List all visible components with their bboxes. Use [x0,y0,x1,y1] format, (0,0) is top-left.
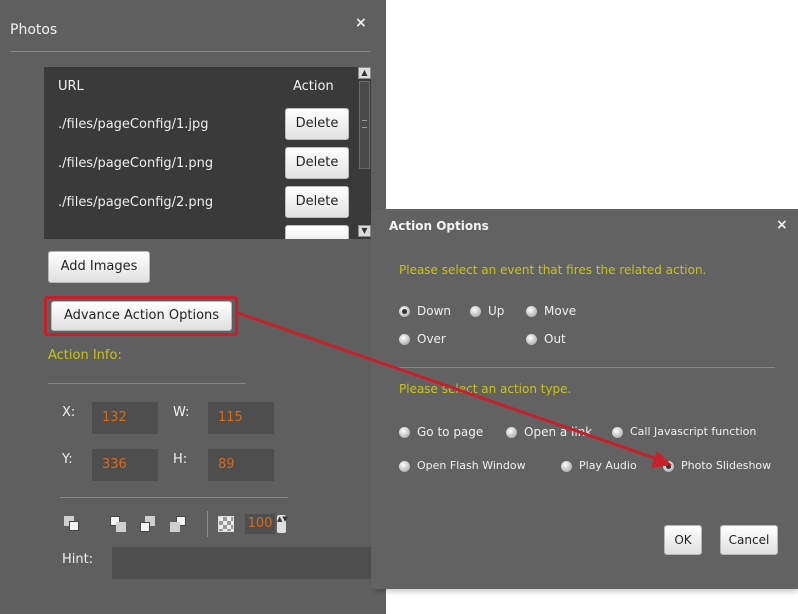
radio-icon[interactable] [612,427,623,438]
w-field[interactable]: 115 [208,402,274,434]
bring-to-front-icon[interactable] [64,516,80,532]
radio-icon[interactable] [561,461,572,472]
h-field[interactable]: 89 [208,449,274,481]
radio-icon[interactable] [526,306,537,317]
radio-icon[interactable] [399,427,410,438]
photo-url-cell-clipped [58,234,62,239]
table-row-partial [44,223,358,239]
delete-button-clipped[interactable] [285,225,349,239]
tools-divider [60,497,288,498]
opacity-stepper-icon[interactable]: ▲▼ [277,515,288,533]
send-backward-icon[interactable] [140,516,156,532]
hint-label: Hint: [62,552,94,567]
delete-button[interactable]: Delete [285,108,349,140]
cancel-button[interactable]: Cancel [720,525,778,555]
table-row: ./files/pageConfig/2.png Delete [44,184,358,223]
dialog-divider [399,367,775,368]
scroll-grip-icon [362,120,367,128]
radio-icon[interactable] [399,334,410,345]
h-label: H: [173,452,188,467]
action-options-dialog: Action Options × Please select an event … [371,209,798,589]
action-type-prompt: Please select an action type. [399,382,572,396]
y-label: Y: [62,452,73,467]
photos-panel: Photos × URL Action ./files/pageConfig/1… [0,0,386,614]
x-label: X: [62,405,76,420]
table-scrollbar[interactable]: ▲ ▼ [358,67,371,239]
scroll-thumb[interactable] [359,81,370,169]
advance-action-options-button[interactable]: Advance Action Options [51,301,232,331]
action-info-label: Action Info: [48,348,122,363]
send-to-back-icon[interactable] [170,516,186,532]
radio-selected-icon[interactable] [399,306,410,317]
y-field[interactable]: 336 [92,449,158,481]
radio-selected-icon[interactable] [663,461,674,472]
dialog-close-icon[interactable]: × [776,218,788,232]
delete-button[interactable]: Delete [285,147,349,179]
add-images-button[interactable]: Add Images [48,251,150,283]
title-divider [10,51,370,52]
url-column-header: URL [58,79,84,94]
photo-url-table: URL Action ./files/pageConfig/1.jpg Dele… [44,67,358,239]
w-label: W: [173,405,190,420]
photo-url-cell: ./files/pageConfig/1.jpg [58,117,209,132]
table-row: ./files/pageConfig/1.png Delete [44,145,358,184]
action-column-header: Action [293,79,334,94]
bring-forward-icon[interactable] [110,516,126,532]
radio-icon[interactable] [399,461,410,472]
opacity-field[interactable]: 100 [245,514,275,534]
scroll-up-icon[interactable]: ▲ [358,67,371,79]
ok-button[interactable]: OK [664,525,702,555]
info-divider [48,383,246,384]
table-row: ./files/pageConfig/1.jpg Delete [44,106,358,145]
photo-url-cell: ./files/pageConfig/1.png [58,156,214,171]
photos-panel-title: Photos [10,22,58,38]
photos-close-icon[interactable]: × [355,16,367,30]
dialog-title: Action Options [389,219,489,233]
scroll-down-icon[interactable]: ▼ [358,225,371,237]
photo-url-cell: ./files/pageConfig/2.png [58,195,214,210]
hint-field[interactable] [112,547,372,579]
tool-separator [207,511,208,537]
delete-button[interactable]: Delete [285,186,349,218]
radio-icon[interactable] [526,334,537,345]
opacity-icon[interactable] [218,516,234,532]
x-field[interactable]: 132 [92,402,158,434]
radio-icon[interactable] [470,306,481,317]
event-prompt: Please select an event that fires the re… [399,263,707,277]
radio-icon[interactable] [506,427,517,438]
